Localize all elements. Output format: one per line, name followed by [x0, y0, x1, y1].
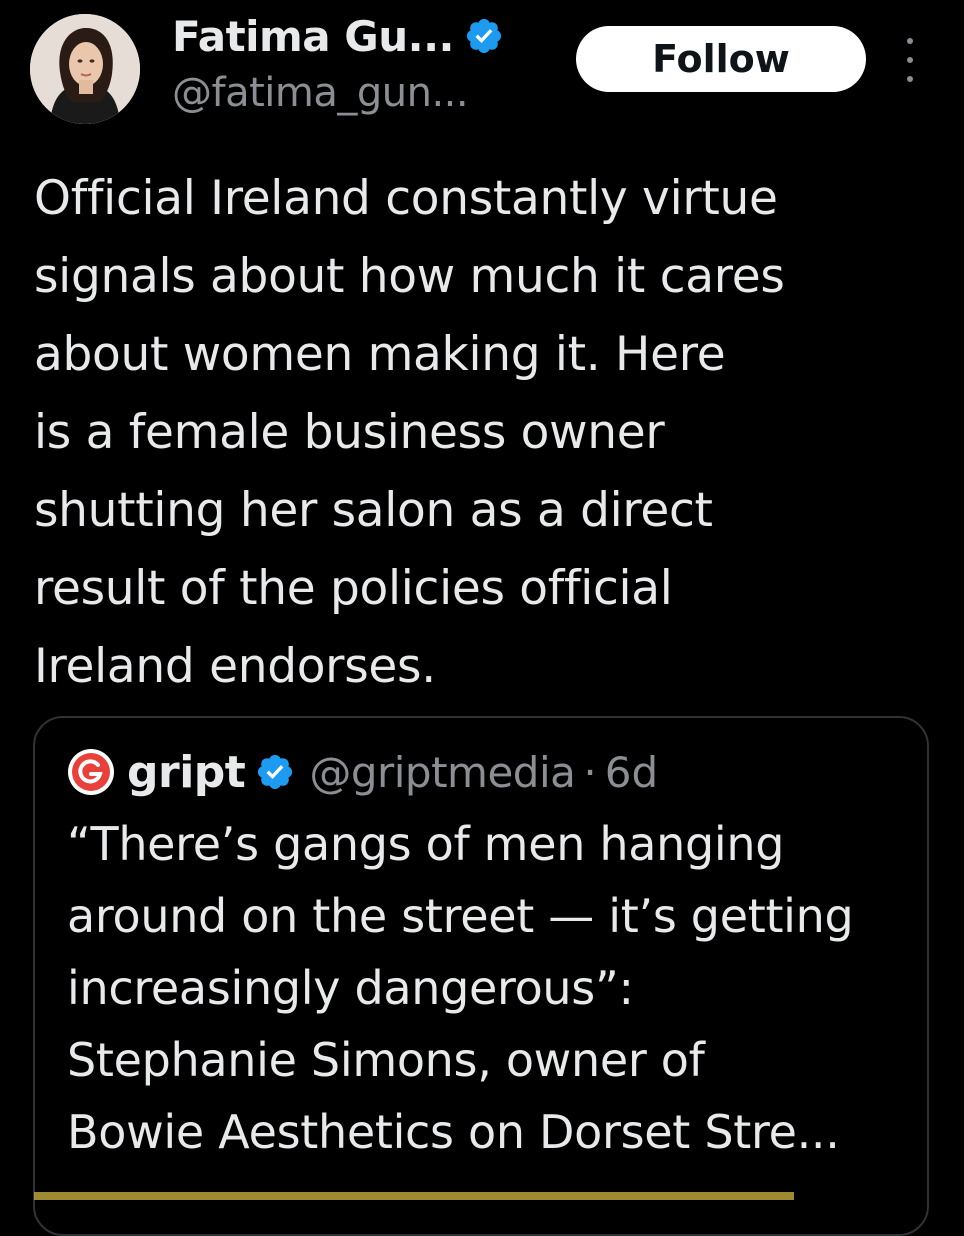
- quoted-tweet-header: gript @griptmedia · 6d: [67, 744, 658, 800]
- gript-logo-icon[interactable]: [67, 748, 115, 796]
- quoted-tweet-text: “There’s gangs of men hanging around on …: [67, 817, 854, 1159]
- quoted-author-name[interactable]: gript: [127, 747, 246, 798]
- more-vertical-icon[interactable]: [896, 38, 924, 82]
- dot: [907, 76, 913, 82]
- separator-dot: ·: [583, 747, 597, 797]
- author-display-name[interactable]: Fatima Gu...: [172, 12, 455, 61]
- follow-button[interactable]: Follow: [576, 26, 866, 92]
- author-name-row[interactable]: Fatima Gu...: [172, 8, 504, 64]
- quoted-author-handle[interactable]: @griptmedia: [309, 748, 576, 797]
- dot: [907, 38, 913, 44]
- tweet-header: Fatima Gu... @fatima_gun... Follow: [0, 0, 964, 140]
- verified-badge-icon: [255, 752, 295, 792]
- author-avatar[interactable]: [30, 14, 140, 124]
- verified-badge-icon: [464, 16, 504, 56]
- quoted-tweet-card[interactable]: gript @griptmedia · 6d “There’s gangs of…: [33, 716, 929, 1236]
- tweet-text: Official Ireland constantly virtue signa…: [34, 171, 785, 694]
- quoted-tweet-time[interactable]: 6d: [605, 748, 658, 797]
- dot: [907, 57, 913, 63]
- author-handle[interactable]: @fatima_gun...: [172, 70, 469, 116]
- quoted-tweet-media-preview[interactable]: [34, 1192, 794, 1200]
